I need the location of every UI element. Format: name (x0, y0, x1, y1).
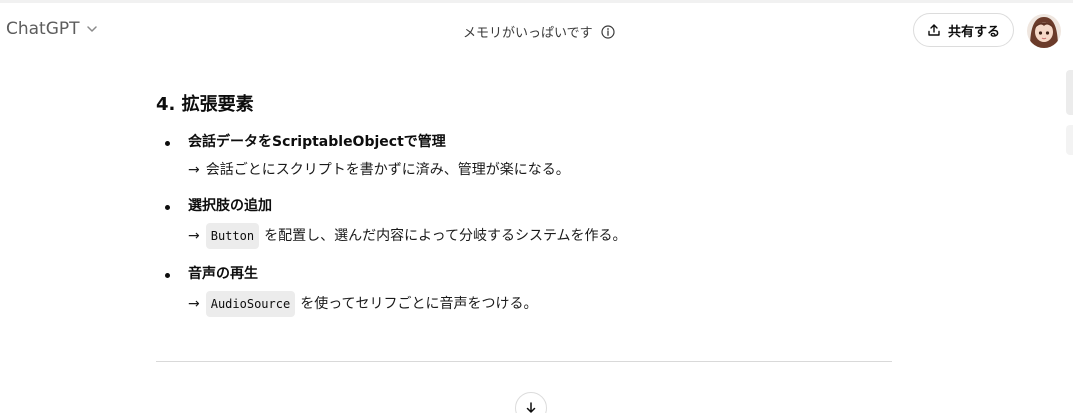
chat-page: ChatGPT メモリがいっぱいです 共有する 4. 拡張要素 会話データをSc… (0, 0, 1073, 413)
list-item-text: を使ってセリフごとに音声をつける。 (300, 296, 538, 312)
list-item: 音声の再生 → AudioSource を使ってセリフごとに音声をつける。 (156, 263, 892, 317)
memory-status-text: メモリがいっぱいです (463, 26, 593, 41)
info-icon[interactable] (601, 24, 615, 39)
feature-list: 会話データをScriptableObjectで管理 → 会話ごとにスクリプトを書… (156, 131, 892, 317)
scrollbar[interactable] (1066, 70, 1073, 115)
share-button[interactable]: 共有する (913, 13, 1014, 47)
list-item-description: → AudioSource を使ってセリフごとに音声をつける。 (188, 291, 892, 317)
scroll-down-button[interactable] (515, 392, 547, 413)
bullet-dot (165, 273, 170, 278)
avatar[interactable] (1027, 14, 1061, 48)
list-item-title: 音声の再生 (188, 266, 258, 282)
scrollbar-track (1066, 125, 1073, 155)
list-item-description: → Button を配置し、選んだ内容によって分岐するシステムを作る。 (188, 223, 892, 249)
list-item-title: 会話データをScriptableObjectで管理 (188, 134, 446, 150)
inline-code: AudioSource (205, 291, 296, 317)
list-item-text: 会話ごとにスクリプトを書かずに済み、管理が楽になる。 (205, 162, 570, 178)
memory-status: メモリがいっぱいです (463, 22, 615, 41)
share-label: 共有する (947, 24, 1000, 40)
arrow-icon: → (188, 162, 200, 178)
bullet-dot (165, 205, 170, 210)
section-heading: 4. 拡張要素 (156, 94, 254, 115)
list-item-description: → 会話ごとにスクリプトを書かずに済み、管理が楽になる。 (188, 159, 892, 181)
avatar-image (1027, 14, 1061, 48)
assistant-message: 4. 拡張要素 会話データをScriptableObjectで管理 → 会話ごと… (156, 92, 892, 317)
chevron-down-icon (86, 26, 97, 32)
header: ChatGPT メモリがいっぱいです 共有する (0, 3, 1073, 59)
list-item-text: を配置し、選んだ内容によって分岐するシステムを作る。 (264, 228, 627, 244)
list-item-title: 選択肢の追加 (188, 198, 272, 214)
inline-code: Button (205, 223, 260, 249)
model-name: ChatGPT (6, 19, 80, 39)
section-divider (156, 361, 892, 362)
share-icon (928, 24, 940, 36)
list-item: 選択肢の追加 → Button を配置し、選んだ内容によって分岐するシステムを作… (156, 195, 892, 249)
bullet-dot (165, 141, 170, 146)
arrow-icon: → (188, 296, 200, 312)
arrow-down-icon (526, 402, 536, 413)
arrow-icon: → (188, 228, 200, 244)
model-switcher[interactable]: ChatGPT (6, 19, 98, 39)
list-item: 会話データをScriptableObjectで管理 → 会話ごとにスクリプトを書… (156, 131, 892, 181)
